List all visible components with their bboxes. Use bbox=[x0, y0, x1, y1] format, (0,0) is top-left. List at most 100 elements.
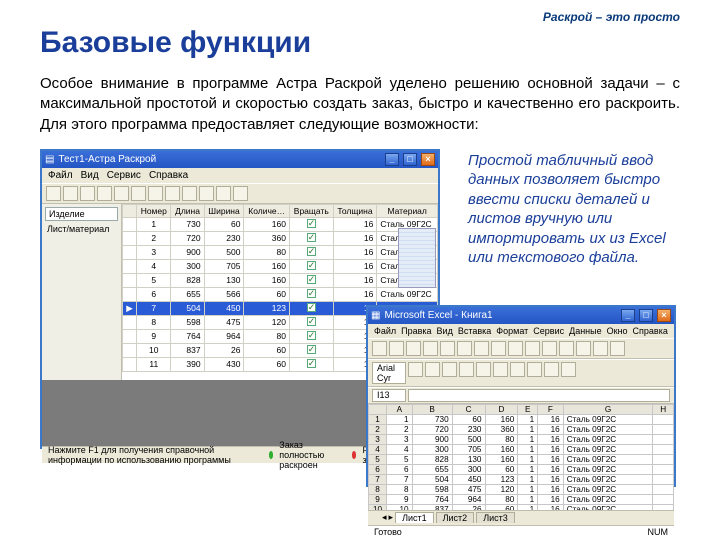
formula-bar[interactable] bbox=[408, 389, 670, 402]
toolbar-icon[interactable] bbox=[440, 341, 455, 356]
toolbar-icon[interactable] bbox=[216, 186, 231, 201]
toolbar-icon[interactable] bbox=[525, 341, 540, 356]
table-row[interactable]: 9976496480116Сталь 09Г2С bbox=[369, 494, 674, 504]
table-row[interactable]: 77504450123116Сталь 09Г2С bbox=[369, 474, 674, 484]
row-header[interactable]: 8 bbox=[369, 484, 387, 494]
toolbar-icon[interactable] bbox=[80, 186, 95, 201]
toolbar-icon[interactable] bbox=[457, 341, 472, 356]
menu-format[interactable]: Формат bbox=[496, 326, 528, 336]
toolbar-icon[interactable] bbox=[233, 186, 248, 201]
menu-tools[interactable]: Сервис bbox=[533, 326, 564, 336]
menu-view[interactable]: Вид bbox=[81, 170, 99, 181]
sheet-tab[interactable]: Лист2 bbox=[436, 512, 475, 523]
toolbar-icon[interactable] bbox=[559, 341, 574, 356]
menu-help[interactable]: Справка bbox=[633, 326, 668, 336]
row-header[interactable]: 9 bbox=[369, 494, 387, 504]
toolbar-icon[interactable] bbox=[459, 362, 474, 377]
column-header[interactable]: F bbox=[538, 404, 564, 414]
row-header[interactable]: 10 bbox=[369, 504, 387, 510]
table-row[interactable]: 44300705160116Сталь 09Г2С bbox=[369, 444, 674, 454]
menu-insert[interactable]: Вставка bbox=[458, 326, 491, 336]
maximize-button[interactable]: □ bbox=[403, 153, 417, 166]
column-header[interactable]: G bbox=[563, 404, 653, 414]
toolbar-icon[interactable] bbox=[114, 186, 129, 201]
menu-data[interactable]: Данные bbox=[569, 326, 602, 336]
maximize-button[interactable]: □ bbox=[639, 309, 653, 322]
toolbar-icon[interactable] bbox=[561, 362, 576, 377]
side-item[interactable]: Лист/материал bbox=[45, 223, 118, 235]
menu-file[interactable]: Файл bbox=[374, 326, 396, 336]
toolbar-icon[interactable] bbox=[406, 341, 421, 356]
checkbox-icon[interactable] bbox=[307, 261, 316, 270]
table-row[interactable]: 88598475120116Сталь 09Г2С bbox=[369, 484, 674, 494]
menu-view[interactable]: Вид bbox=[437, 326, 453, 336]
table-row[interactable]: 6665530060116Сталь 09Г2С bbox=[369, 464, 674, 474]
checkbox-icon[interactable] bbox=[307, 303, 316, 312]
menu-help[interactable]: Справка bbox=[149, 170, 188, 181]
toolbar-icon[interactable] bbox=[372, 341, 387, 356]
toolbar-icon[interactable] bbox=[510, 362, 525, 377]
toolbar-icon[interactable] bbox=[97, 186, 112, 201]
column-header[interactable]: Количе… bbox=[244, 204, 290, 217]
toolbar-icon[interactable] bbox=[425, 362, 440, 377]
side-header[interactable]: Изделие bbox=[45, 207, 118, 221]
toolbar-icon[interactable] bbox=[527, 362, 542, 377]
row-header[interactable]: 4 bbox=[369, 444, 387, 454]
toolbar-icon[interactable] bbox=[389, 341, 404, 356]
minimize-button[interactable]: _ bbox=[385, 153, 399, 166]
toolbar-icon[interactable] bbox=[199, 186, 214, 201]
toolbar-icon[interactable] bbox=[593, 341, 608, 356]
toolbar-icon[interactable] bbox=[476, 362, 491, 377]
toolbar-icon[interactable] bbox=[148, 186, 163, 201]
checkbox-icon[interactable] bbox=[307, 359, 316, 368]
table-row[interactable]: 3390050080116Сталь 09Г2С bbox=[369, 434, 674, 444]
menu-window[interactable]: Окно bbox=[607, 326, 628, 336]
sheet-tab[interactable]: Лист1 bbox=[395, 512, 434, 523]
column-header[interactable]: Материал bbox=[377, 204, 438, 217]
row-header[interactable]: 3 bbox=[369, 434, 387, 444]
checkbox-icon[interactable] bbox=[307, 275, 316, 284]
minimize-button[interactable]: _ bbox=[621, 309, 635, 322]
toolbar-icon[interactable] bbox=[442, 362, 457, 377]
menu-file[interactable]: Файл bbox=[48, 170, 73, 181]
toolbar-icon[interactable] bbox=[408, 362, 423, 377]
row-header[interactable]: 7 bbox=[369, 474, 387, 484]
column-header[interactable]: A bbox=[387, 404, 413, 414]
table-row[interactable]: 582813016016Сталь 09Г2С bbox=[123, 273, 438, 287]
menu-edit[interactable]: Правка bbox=[401, 326, 431, 336]
column-header[interactable]: H bbox=[653, 404, 674, 414]
checkbox-icon[interactable] bbox=[307, 317, 316, 326]
column-header[interactable]: C bbox=[452, 404, 485, 414]
toolbar-icon[interactable] bbox=[423, 341, 438, 356]
column-header[interactable]: Вращать bbox=[289, 204, 333, 217]
toolbar-icon[interactable] bbox=[508, 341, 523, 356]
checkbox-icon[interactable] bbox=[307, 233, 316, 242]
table-row[interactable]: 55828130160116Сталь 09Г2С bbox=[369, 454, 674, 464]
table-row[interactable]: 10108372660116Сталь 09Г2С bbox=[369, 504, 674, 510]
toolbar-icon[interactable] bbox=[46, 186, 61, 201]
table-row[interactable]: 17306016016Сталь 09Г2С bbox=[123, 217, 438, 231]
menu-service[interactable]: Сервис bbox=[107, 170, 141, 181]
row-header[interactable]: 2 bbox=[369, 424, 387, 434]
tab-nav-icon[interactable]: ▸ bbox=[389, 512, 394, 523]
toolbar-icon[interactable] bbox=[493, 362, 508, 377]
column-header[interactable]: Номер bbox=[137, 204, 171, 217]
table-row[interactable]: 430070516016Сталь 09Г2С bbox=[123, 259, 438, 273]
table-row[interactable]: 22720230360116Сталь 09Г2С bbox=[369, 424, 674, 434]
toolbar-icon[interactable] bbox=[182, 186, 197, 201]
column-header[interactable]: Длина bbox=[171, 204, 204, 217]
table-row[interactable]: 1173060160116Сталь 09Г2С bbox=[369, 414, 674, 424]
checkbox-icon[interactable] bbox=[307, 289, 316, 298]
excel-grid[interactable]: ABCDEFGH1173060160116Сталь 09Г2С22720230… bbox=[368, 404, 674, 510]
column-header[interactable]: Толщина bbox=[333, 204, 377, 217]
row-header[interactable]: 1 bbox=[369, 414, 387, 424]
toolbar-icon[interactable] bbox=[576, 341, 591, 356]
column-header[interactable]: E bbox=[518, 404, 538, 414]
font-box[interactable]: Arial Cyr bbox=[372, 362, 406, 384]
checkbox-icon[interactable] bbox=[307, 345, 316, 354]
sheet-tab[interactable]: Лист3 bbox=[476, 512, 515, 523]
column-header[interactable]: D bbox=[485, 404, 518, 414]
column-header[interactable]: B bbox=[412, 404, 452, 414]
table-row[interactable]: 272023036016Сталь 09Г2С bbox=[123, 231, 438, 245]
table-row[interactable]: 66555666016Сталь 09Г2С bbox=[123, 287, 438, 301]
